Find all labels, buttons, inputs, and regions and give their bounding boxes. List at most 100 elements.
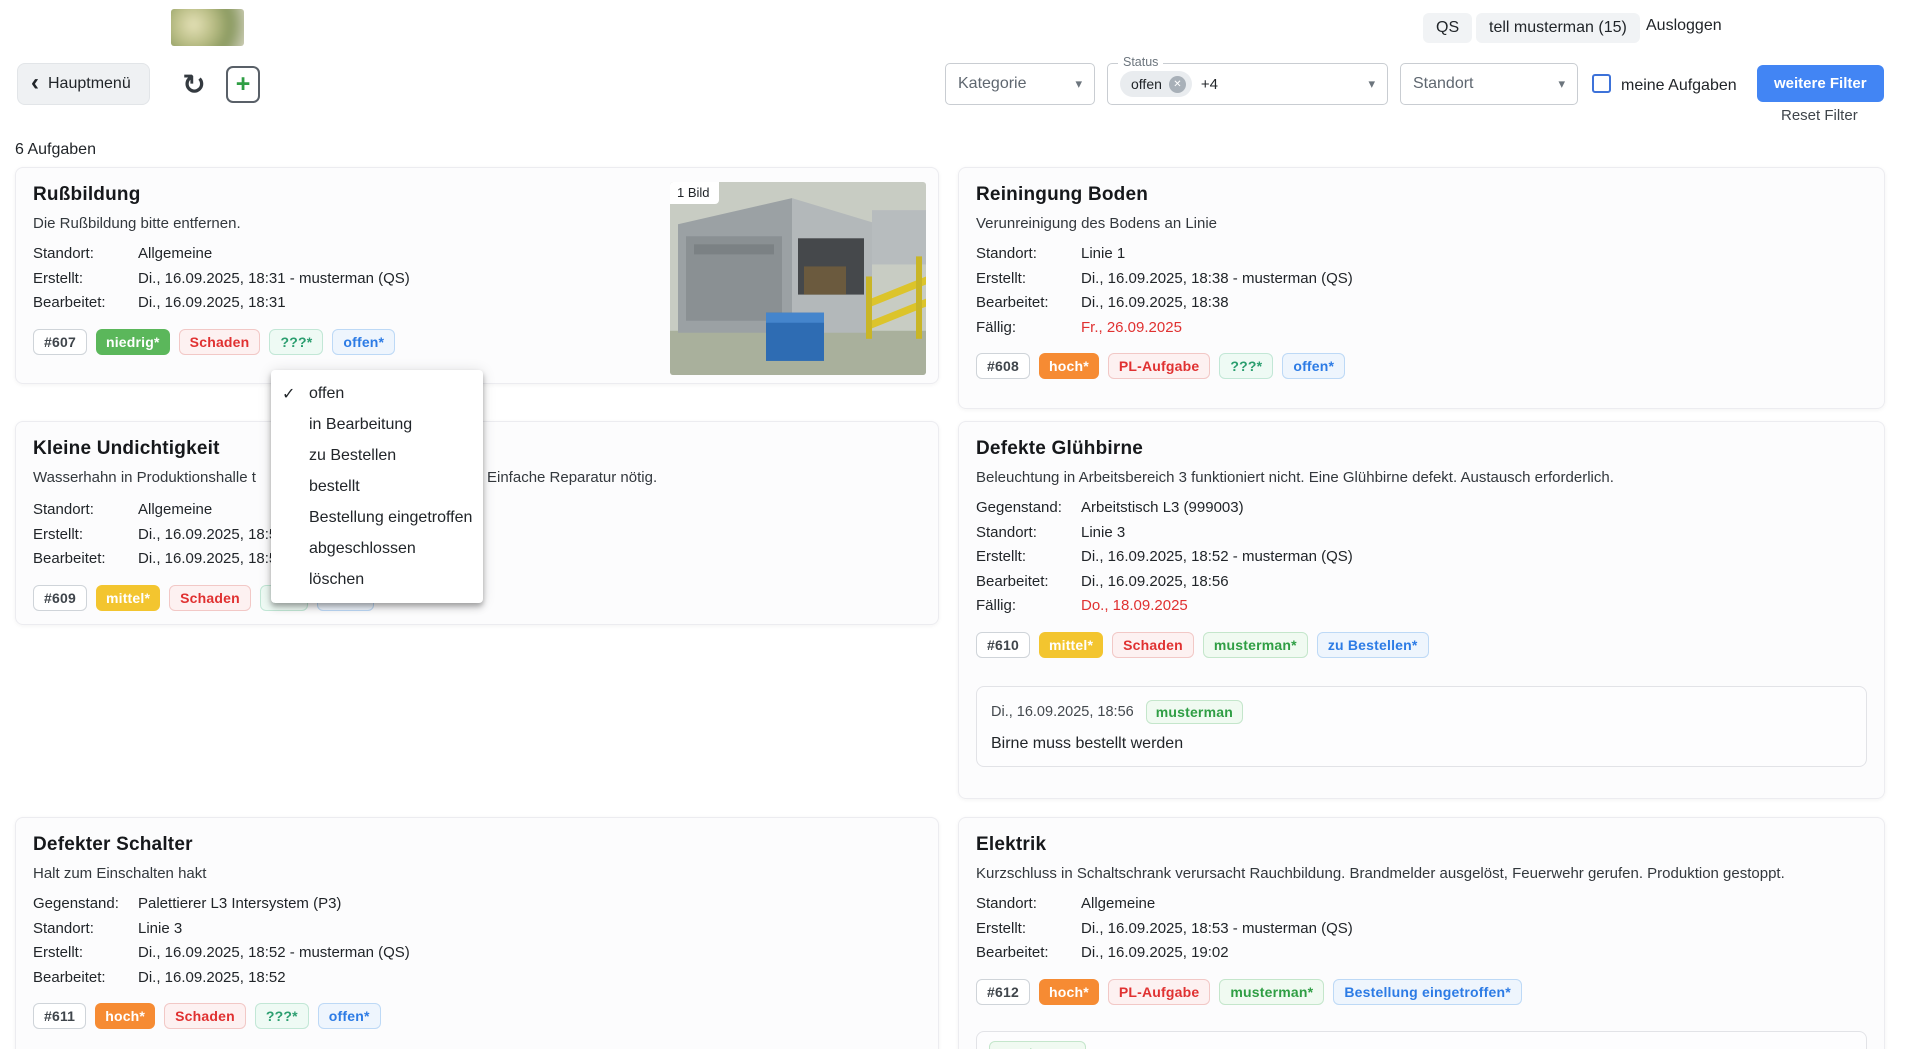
assignee-badge[interactable]: ???* xyxy=(254,1003,309,1029)
assignee-badge[interactable]: ???* xyxy=(269,328,324,355)
detail-value: Di., 16.09.2025, 18:52 - musterman (QS) xyxy=(1081,548,1353,565)
status-badge[interactable]: zu Bestellen* xyxy=(1316,631,1429,658)
detail-row: Erstellt: Di., 16.09.2025, 18:52 - muste… xyxy=(976,545,1867,570)
role-badge: QS xyxy=(1423,13,1473,43)
app-root: QS tell musterman (15) Ausloggen ‹ Haupt… xyxy=(0,0,1913,1049)
status-menu-item-zu-bestellen[interactable]: zu Bestellen xyxy=(271,440,483,471)
priority-badge[interactable]: hoch* xyxy=(95,1003,156,1029)
due-date-value: Fr., 26.09.2025 xyxy=(1081,318,1182,336)
task-count: 6 Aufgaben xyxy=(15,141,96,158)
logo-image xyxy=(171,9,244,46)
main-menu-back-button[interactable]: ‹ Hauptmenü xyxy=(17,63,150,105)
detail-row: Gegenstand: Arbeitstisch L3 (999003) xyxy=(976,496,1867,521)
priority-badge[interactable]: mittel* xyxy=(1038,631,1104,658)
task-description: Verunreinigung des Bodens an Linie xyxy=(976,215,1218,232)
status-menu-item-abgeschlossen[interactable]: abgeschlossen xyxy=(271,533,483,564)
standort-select[interactable]: Standort ▾ xyxy=(1400,63,1578,105)
category-badge[interactable]: Schaden xyxy=(178,328,261,355)
status-menu-item-in-bearbeitung[interactable]: in Bearbeitung xyxy=(271,409,483,440)
status-badge[interactable]: offen* xyxy=(1282,353,1346,379)
detail-value: Di., 16.09.2025, 18:51 xyxy=(138,525,286,543)
status-menu-item-bestellt[interactable]: bestellt xyxy=(271,471,483,502)
kategorie-select[interactable]: Kategorie ▾ xyxy=(945,63,1095,105)
priority-badge[interactable]: hoch* xyxy=(1038,353,1099,379)
menu-item-label: löschen xyxy=(309,570,365,588)
comment-date: Di., 16.09.2025, 18:56 xyxy=(991,703,1134,720)
refresh-icon: ↻ xyxy=(182,69,206,100)
status-badge[interactable]: Bestellung eingetroffen* xyxy=(1333,978,1522,1005)
detail-row: Erstellt: Di., 16.09.2025, 18:52 - muste… xyxy=(33,941,921,966)
detail-label: Standort: xyxy=(976,523,1037,541)
detail-row: Gegenstand: Palettierer L3 Intersystem (… xyxy=(33,892,921,917)
priority-badge[interactable]: mittel* xyxy=(95,584,161,611)
category-badge[interactable]: Schaden xyxy=(1112,631,1194,658)
category-badge[interactable]: Schaden xyxy=(164,1003,246,1029)
category-badge[interactable]: PL-Aufgabe xyxy=(1107,353,1211,379)
status-menu-item-offen[interactable]: ✓ offen xyxy=(271,378,483,409)
status-menu-item-bestellung-eingetroffen[interactable]: Bestellung eingetroffen xyxy=(271,502,483,533)
detail-label: Erstellt: xyxy=(33,269,84,287)
status-menu-item-loeschen[interactable]: löschen xyxy=(271,564,483,595)
detail-label: Erstellt: xyxy=(33,944,84,961)
detail-label: Gegenstand: xyxy=(33,895,119,912)
detail-value: Allgemeine xyxy=(138,245,213,262)
detail-value: Di., 16.09.2025, 18:52 - musterman (QS) xyxy=(138,944,410,961)
status-badge[interactable]: offen* xyxy=(332,328,396,355)
app-logo[interactable] xyxy=(171,9,244,46)
task-card-608: Reiningung Boden Verunreinigung des Bode… xyxy=(958,167,1885,409)
photo-image xyxy=(670,182,926,375)
status-select-label: Status xyxy=(1118,55,1164,69)
detail-value: Allgemeine xyxy=(1081,895,1156,912)
detail-value: Allgemeine xyxy=(138,501,213,518)
comment-header: musterman xyxy=(989,1040,1854,1049)
comment-author-badge: musterman xyxy=(1145,699,1243,724)
assignee-badge[interactable]: musterman* xyxy=(1219,978,1325,1005)
refresh-button[interactable]: ↻ xyxy=(175,66,213,103)
detail-value: Di., 16.09.2025, 18:51 xyxy=(138,550,286,567)
detail-label: Standort: xyxy=(33,245,94,262)
detail-row: Bearbeitet: Di., 16.09.2025, 19:02 xyxy=(976,941,1867,966)
comment-box: musterman xyxy=(976,1030,1867,1049)
task-id-badge: #612 xyxy=(976,978,1030,1005)
task-id-badge: #607 xyxy=(33,328,87,355)
task-card-610: Defekte Glühbirne Beleuchtung in Arbeits… xyxy=(958,421,1885,799)
task-badges: #612 hoch* PL-Aufgabe musterman* Bestell… xyxy=(976,978,1867,1005)
assignee-badge[interactable]: musterman* xyxy=(1202,631,1308,658)
remove-filter-icon[interactable]: ✕ xyxy=(1168,75,1186,93)
detail-value: Linie 3 xyxy=(138,919,183,937)
weitere-filter-button[interactable]: weitere Filter xyxy=(1757,65,1884,102)
task-title: Reiningung Boden xyxy=(976,184,1149,205)
reset-filter-link[interactable]: Reset Filter xyxy=(1781,107,1858,124)
task-title: Defekter Schalter xyxy=(33,834,193,855)
status-select[interactable]: Status offen ✕ +4 ▾ xyxy=(1107,55,1388,105)
meine-aufgaben-label[interactable]: meine Aufgaben xyxy=(1621,77,1737,95)
status-badge[interactable]: offen* xyxy=(317,1003,381,1029)
plus-icon: + xyxy=(235,70,251,98)
detail-label: Standort: xyxy=(33,919,94,937)
priority-badge[interactable]: hoch* xyxy=(1038,978,1099,1005)
menu-item-label: offen xyxy=(309,384,345,402)
task-photo-thumbnail[interactable]: 1 Bild xyxy=(670,182,926,375)
priority-badge[interactable]: niedrig* xyxy=(95,328,170,355)
logout-button[interactable]: Ausloggen xyxy=(1646,17,1722,35)
status-dropdown-menu: ✓ offen in Bearbeitung zu Bestellen best… xyxy=(271,370,483,603)
detail-label: Bearbeitet: xyxy=(976,572,1049,590)
task-title: Defekte Glühbirne xyxy=(976,438,1144,459)
detail-row: Standort: Linie 3 xyxy=(33,917,921,942)
detail-row: Bearbeitet: Di., 16.09.2025, 18:52 xyxy=(33,966,921,991)
detail-label: Gegenstand: xyxy=(976,499,1062,516)
assignee-badge[interactable]: ???* xyxy=(1219,353,1274,379)
detail-label: Erstellt: xyxy=(976,919,1027,937)
status-filter-chip-label: offen xyxy=(1131,76,1162,92)
task-description: Halt zum Einschalten hakt xyxy=(33,865,207,882)
status-filter-chip: offen ✕ xyxy=(1120,71,1192,97)
chevron-down-icon: ▾ xyxy=(1558,76,1565,91)
meine-aufgaben-checkbox[interactable] xyxy=(1592,74,1611,93)
add-task-button[interactable]: + xyxy=(226,66,260,103)
detail-label: Fällig: xyxy=(976,597,1017,614)
category-badge[interactable]: PL-Aufgabe xyxy=(1107,978,1211,1005)
task-id-badge: #610 xyxy=(976,631,1030,658)
task-badges: #608 hoch* PL-Aufgabe ???* offen* xyxy=(976,353,1867,379)
user-menu-button[interactable]: tell musterman (15) xyxy=(1476,13,1640,43)
category-badge[interactable]: Schaden xyxy=(169,584,251,611)
